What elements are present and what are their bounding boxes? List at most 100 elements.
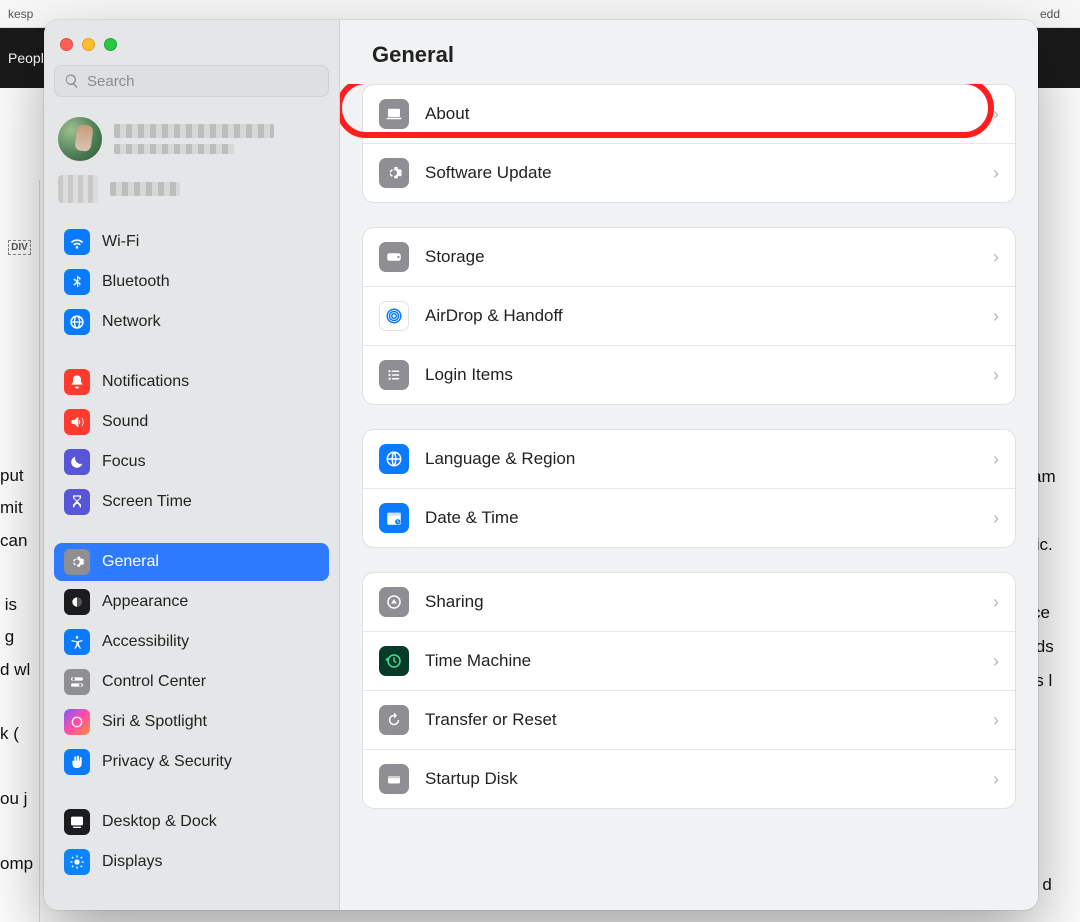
apple-id-profile[interactable] (54, 111, 329, 171)
appearance-icon (64, 589, 90, 615)
sidebar-item-privacy[interactable]: Privacy & Security (54, 743, 329, 781)
row-label: About (425, 104, 977, 124)
zoom-window-button[interactable] (104, 38, 117, 51)
sidebar-item-controlcenter[interactable]: Control Center (54, 663, 329, 701)
profile-obscured-text (114, 124, 325, 154)
speaker-icon (64, 409, 90, 435)
laptop-icon (379, 99, 409, 129)
disk-icon (379, 242, 409, 272)
panel-3: Language & Region › Date & Time › (362, 429, 1016, 548)
avatar (58, 117, 102, 161)
minimize-window-button[interactable] (82, 38, 95, 51)
bell-icon (64, 369, 90, 395)
sidebar-item-label: Focus (102, 453, 146, 471)
sidebar-item-label: Bluetooth (102, 273, 170, 291)
hand-icon (64, 749, 90, 775)
row-date-time[interactable]: Date & Time › (363, 488, 1015, 547)
chevron-right-icon: › (993, 710, 999, 731)
row-label: AirDrop & Handoff (425, 306, 977, 326)
sidebar-item-label: Siri & Spotlight (102, 713, 207, 731)
chevron-right-icon: › (993, 365, 999, 386)
calendar-icon (379, 503, 409, 533)
row-software-update[interactable]: Software Update › (363, 143, 1015, 202)
sidebar-item-network[interactable]: Network (54, 303, 329, 341)
sidebar-item-focus[interactable]: Focus (54, 443, 329, 481)
row-language-region[interactable]: Language & Region › (363, 430, 1015, 488)
sidebar-item-wifi[interactable]: Wi-Fi (54, 223, 329, 261)
sidebar-item-label: Displays (102, 853, 162, 871)
row-label: Storage (425, 247, 977, 267)
sidebar-item-accessibility[interactable]: Accessibility (54, 623, 329, 661)
row-label: Login Items (425, 365, 977, 385)
sidebar-item-siri[interactable]: Siri & Spotlight (54, 703, 329, 741)
a11y-icon (64, 629, 90, 655)
sidebar-item-appearance[interactable]: Appearance (54, 583, 329, 621)
settings-main: General About › Software Update › Storag… (340, 20, 1038, 910)
family-icon (58, 175, 98, 203)
sidebar-item-label: Privacy & Security (102, 753, 232, 771)
settings-sidebar: Wi-Fi Bluetooth Network Notifications So… (44, 20, 340, 910)
main-scroll[interactable]: About › Software Update › Storage › Ai (340, 84, 1038, 910)
system-settings-window: Wi-Fi Bluetooth Network Notifications So… (44, 20, 1038, 910)
bg-text-left: put mit can is g d wl k ( ou j omp (0, 456, 44, 884)
sidebar-item-desktopdock[interactable]: Desktop & Dock (54, 803, 329, 841)
row-label: Transfer or Reset (425, 710, 977, 730)
sidebar-item-label: Network (102, 313, 161, 331)
sidebar-item-label: Wi-Fi (102, 233, 139, 251)
sidebar-item-label: Sound (102, 413, 148, 431)
chevron-right-icon: › (993, 306, 999, 327)
chevron-right-icon: › (993, 769, 999, 790)
chevron-right-icon: › (993, 592, 999, 613)
chevron-right-icon: › (993, 104, 999, 125)
sidebar-item-label: Notifications (102, 373, 189, 391)
sidebar-item-label: General (102, 553, 159, 571)
row-time-machine[interactable]: Time Machine › (363, 631, 1015, 690)
panel-1: About › Software Update › (362, 84, 1016, 203)
panel-2: Storage › AirDrop & Handoff › Login Item… (362, 227, 1016, 405)
browser-tab-right: edd (1032, 0, 1068, 28)
div-badge-icon: DIV (8, 240, 31, 255)
siri-icon (64, 709, 90, 735)
list-icon (379, 360, 409, 390)
family-row[interactable] (54, 171, 329, 217)
row-label: Startup Disk (425, 769, 977, 789)
globe-icon (64, 309, 90, 335)
browser-tab-left: kesp (0, 0, 41, 28)
row-storage[interactable]: Storage › (363, 228, 1015, 286)
row-label: Language & Region (425, 449, 977, 469)
sidebar-item-screentime[interactable]: Screen Time (54, 483, 329, 521)
gear-icon (379, 158, 409, 188)
sidebar-item-bluetooth[interactable]: Bluetooth (54, 263, 329, 301)
search-field-wrap (54, 65, 329, 97)
sidebar-item-label: Control Center (102, 673, 206, 691)
nav-group-1: Wi-Fi Bluetooth Network (54, 223, 329, 341)
sidebar-item-displays[interactable]: Displays (54, 843, 329, 881)
row-airdrop[interactable]: AirDrop & Handoff › (363, 286, 1015, 345)
clock-icon (379, 646, 409, 676)
nav-group-4: Desktop & Dock Displays (54, 803, 329, 881)
chevron-right-icon: › (993, 651, 999, 672)
window-traffic-lights (54, 32, 329, 65)
row-sharing[interactable]: Sharing › (363, 573, 1015, 631)
chevron-right-icon: › (993, 508, 999, 529)
search-input[interactable] (54, 65, 329, 97)
page-title: General (340, 20, 1038, 84)
gear-icon (64, 549, 90, 575)
row-startup-disk[interactable]: Startup Disk › (363, 749, 1015, 808)
display-icon (64, 849, 90, 875)
globe-icon (379, 444, 409, 474)
sidebar-item-sound[interactable]: Sound (54, 403, 329, 441)
sidebar-item-notifications[interactable]: Notifications (54, 363, 329, 401)
close-window-button[interactable] (60, 38, 73, 51)
dock-icon (64, 809, 90, 835)
nav-group-2: Notifications Sound Focus Screen Time (54, 363, 329, 521)
row-login-items[interactable]: Login Items › (363, 345, 1015, 404)
row-about[interactable]: About › (363, 85, 1015, 143)
chevron-right-icon: › (993, 247, 999, 268)
share-icon (379, 587, 409, 617)
sidebar-item-general[interactable]: General (54, 543, 329, 581)
nav-group-3: General Appearance Accessibility Control… (54, 543, 329, 781)
sidebar-item-label: Accessibility (102, 633, 189, 651)
row-transfer-reset[interactable]: Transfer or Reset › (363, 690, 1015, 749)
drive-icon (379, 764, 409, 794)
